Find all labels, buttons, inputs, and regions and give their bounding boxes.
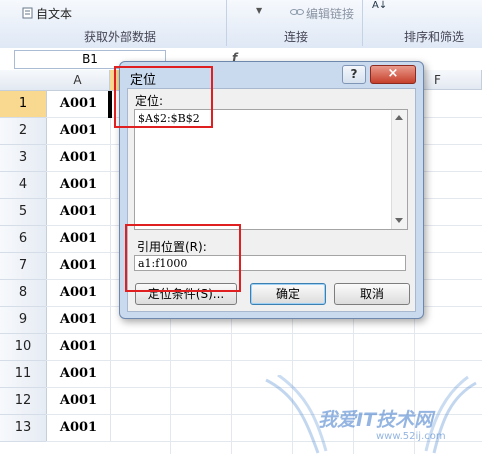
sort-az-icon[interactable]: A↓ bbox=[372, 0, 387, 11]
cell-a[interactable]: A001 bbox=[47, 361, 111, 388]
row-header[interactable]: 6 bbox=[0, 226, 47, 253]
cell-a[interactable]: A001 bbox=[47, 91, 111, 118]
row-header[interactable]: 4 bbox=[0, 172, 47, 199]
cell-a[interactable]: A001 bbox=[47, 253, 111, 280]
from-text-button[interactable]: 自文本 bbox=[36, 5, 72, 22]
ribbon-separator bbox=[226, 0, 227, 46]
ribbon: 自文本 获取外部数据 ▼ 编辑链接 连接 A↓ 排序和筛选 bbox=[0, 0, 482, 49]
edit-links-button[interactable]: 编辑链接 bbox=[306, 5, 354, 22]
row-header[interactable]: 12 bbox=[0, 388, 47, 415]
cell-a[interactable]: A001 bbox=[47, 415, 111, 442]
row-header[interactable]: 3 bbox=[0, 145, 47, 172]
highlight-box-reference bbox=[125, 224, 241, 292]
connections-group-label: 连接 bbox=[284, 30, 309, 44]
column-header-a[interactable]: A bbox=[46, 70, 110, 91]
highlight-box-title bbox=[114, 66, 213, 128]
row-header[interactable]: 2 bbox=[0, 118, 47, 145]
cell-a[interactable]: A001 bbox=[47, 172, 111, 199]
cell-a[interactable]: A001 bbox=[47, 199, 111, 226]
cancel-button[interactable]: 取消 bbox=[334, 283, 410, 305]
ribbon-separator bbox=[362, 0, 363, 46]
cell-a[interactable]: A001 bbox=[47, 118, 111, 145]
row-header[interactable]: 1 bbox=[0, 91, 47, 118]
row-header[interactable]: 10 bbox=[0, 334, 47, 361]
sort-filter-group-label: 排序和筛选 bbox=[404, 30, 465, 44]
cell-a[interactable]: A001 bbox=[47, 334, 111, 361]
gridline bbox=[46, 333, 482, 334]
get-external-data-group-label: 获取外部数据 bbox=[84, 30, 157, 44]
active-cell-border bbox=[108, 91, 112, 118]
ok-button[interactable]: 确定 bbox=[250, 283, 326, 305]
text-file-icon bbox=[22, 7, 34, 19]
row-header[interactable]: 7 bbox=[0, 253, 47, 280]
cell-a[interactable]: A001 bbox=[47, 226, 111, 253]
chain-link-icon bbox=[290, 6, 304, 18]
gridline bbox=[46, 360, 482, 361]
row-header[interactable]: 13 bbox=[0, 415, 47, 442]
row-header[interactable]: 9 bbox=[0, 307, 47, 334]
cell-a[interactable]: A001 bbox=[47, 145, 111, 172]
dropdown-arrow-icon[interactable]: ▼ bbox=[256, 6, 262, 15]
select-all-corner[interactable] bbox=[0, 70, 47, 91]
row-header[interactable]: 8 bbox=[0, 280, 47, 307]
cell-a[interactable]: A001 bbox=[47, 307, 111, 334]
scroll-down-icon[interactable] bbox=[395, 218, 403, 223]
row-header[interactable]: 5 bbox=[0, 199, 47, 226]
row-header[interactable]: 11 bbox=[0, 361, 47, 388]
help-button[interactable]: ? bbox=[342, 65, 366, 84]
watermark-text: 我爱IT技术网 bbox=[318, 409, 434, 431]
listbox-scrollbar[interactable] bbox=[391, 110, 407, 229]
cell-a[interactable]: A001 bbox=[47, 388, 111, 415]
close-button[interactable]: × bbox=[370, 65, 416, 84]
scroll-up-icon[interactable] bbox=[395, 115, 403, 120]
cell-a[interactable]: A001 bbox=[47, 280, 111, 307]
watermark-url: www.52ij.com bbox=[376, 431, 446, 442]
